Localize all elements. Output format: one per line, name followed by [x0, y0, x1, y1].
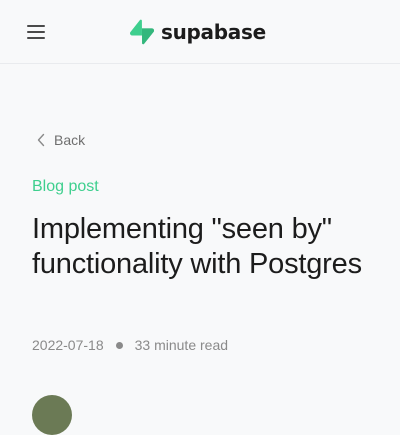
top-bar: supabase	[0, 0, 400, 64]
dot-icon	[115, 341, 123, 349]
supabase-bolt-icon	[130, 19, 154, 45]
supabase-logo[interactable]: supabase	[130, 18, 266, 46]
post-meta: 2022-07-18 33 minute read	[32, 337, 228, 353]
author-avatar[interactable]	[32, 395, 72, 435]
back-label: Back	[54, 132, 86, 148]
read-time: 33 minute read	[134, 337, 229, 353]
chevron-left-icon	[37, 133, 45, 147]
back-link[interactable]: Back	[36, 132, 85, 148]
brand-name: supabase	[161, 20, 266, 44]
hamburger-menu-icon[interactable]	[20, 16, 52, 48]
post-date: 2022-07-18	[32, 337, 104, 353]
post-title: Implementing "seen by" functionality wit…	[32, 213, 362, 280]
post-category[interactable]: Blog post	[32, 178, 99, 196]
